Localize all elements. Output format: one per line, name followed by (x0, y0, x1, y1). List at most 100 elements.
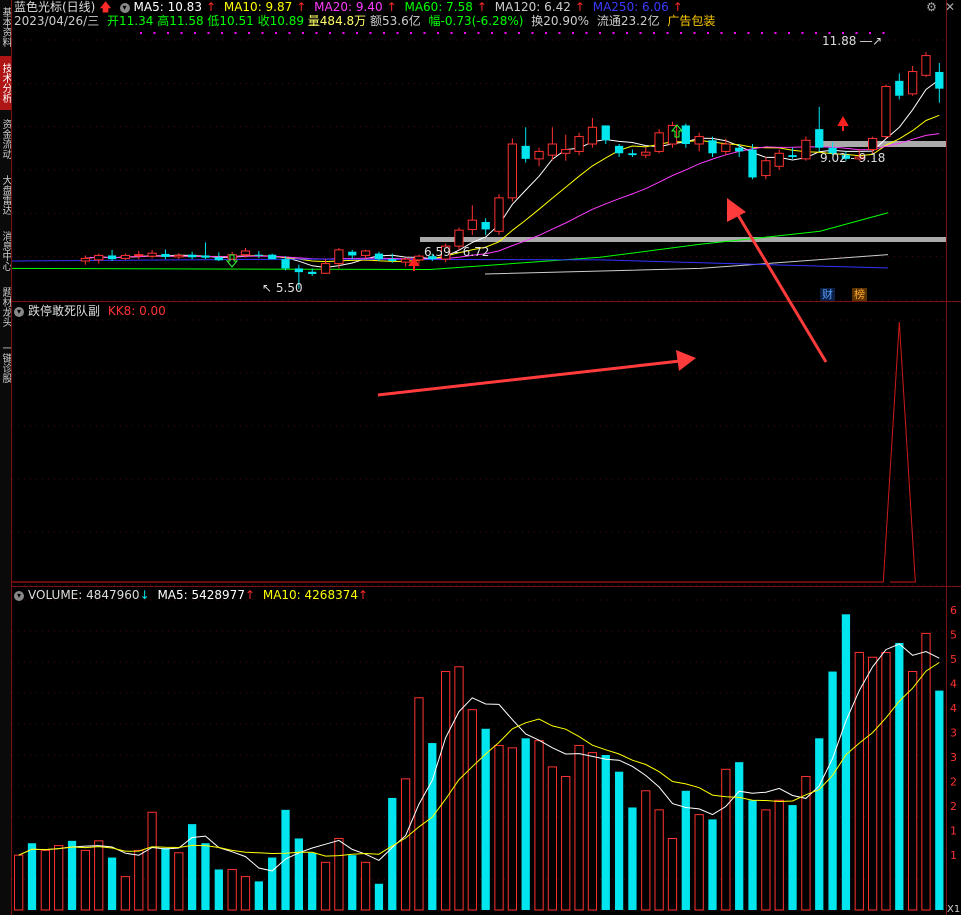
indicator-header: ▾ 跌停敢死队副 KK8: 0.00 (14, 304, 170, 318)
volume-bar (654, 809, 664, 911)
top-dot (383, 32, 385, 34)
volume-bar (547, 766, 558, 911)
top-dot (221, 32, 223, 34)
volume-bar (80, 849, 91, 911)
open-label: 开11.34 (107, 14, 154, 28)
top-dot (518, 32, 520, 34)
volume-bar (587, 752, 598, 911)
volume-menu-icon[interactable]: ▾ (14, 590, 24, 601)
indicator-name[interactable]: 跌停敢死队副 (28, 304, 100, 318)
volume-bar (601, 755, 610, 910)
volume-bar (881, 651, 891, 911)
volume-bar (107, 857, 117, 910)
top-dot (342, 32, 345, 34)
annotation-arrow (377, 359, 681, 397)
top-dot (774, 32, 777, 34)
candle-body (921, 55, 931, 76)
top-dot (423, 32, 426, 34)
volume-bar (774, 799, 784, 911)
volume-bar (240, 876, 251, 911)
volume-bar (360, 861, 371, 911)
volume-bar (374, 883, 384, 910)
top-dot (140, 32, 142, 34)
candle-body (308, 271, 317, 274)
volume-bar (134, 849, 144, 911)
volume-bar (735, 762, 744, 910)
volume-axis-unit: X1 (947, 904, 960, 915)
quote-row: 2023/04/26/三 开11.34 高11.58 低10.51 收10.89… (14, 14, 719, 28)
volume-bar (320, 861, 331, 911)
volume-axis-label: 1 (950, 825, 957, 838)
ma120-label: MA120: 6.42 (494, 0, 571, 14)
volume-bar (294, 838, 304, 910)
close-icon[interactable]: ✕ (945, 0, 955, 14)
low-mark-label: ↖ 5.50 (262, 281, 303, 295)
top-dot (410, 32, 412, 34)
volume-ma10-label: MA10: 4268374 (262, 588, 358, 602)
settings-circle-icon[interactable]: ▾ (119, 2, 130, 13)
top-dot (261, 32, 264, 34)
low-label: 低10.51 (207, 14, 254, 28)
ma10-label: MA10: 9.87 (223, 0, 293, 14)
candle-body (120, 254, 131, 259)
ma20-label: MA20: 9.40 (314, 0, 383, 14)
sector-label[interactable]: 广告包装 (667, 14, 715, 28)
candle-body (254, 254, 263, 256)
candle-body (935, 71, 944, 89)
kk8-line (12, 321, 916, 583)
amount-label: 额53.6亿 (369, 14, 421, 28)
volume-bar (174, 852, 184, 911)
top-dot (315, 32, 318, 34)
volume-bar (521, 738, 530, 910)
top-dot (761, 32, 763, 34)
candle-body (187, 254, 197, 258)
candle-body (801, 139, 811, 160)
top-dot (248, 32, 250, 34)
volume-ma10-line (18, 662, 940, 857)
settings-gear-icon[interactable]: ⚙ (926, 0, 937, 14)
candle-body (908, 71, 918, 95)
volume-bar (14, 854, 24, 911)
annotation-arrowhead (727, 198, 746, 222)
top-dot (612, 32, 615, 34)
top-dot (437, 32, 439, 34)
top-dot (599, 32, 601, 34)
top-dot (626, 32, 628, 34)
candle-body (147, 252, 157, 257)
candle-body (494, 197, 504, 232)
top-dot (720, 32, 723, 34)
volume-bar (641, 790, 651, 911)
volume-bar (467, 709, 477, 911)
volume-bar (815, 738, 824, 910)
candle-body (547, 143, 558, 156)
volume-bar (54, 845, 64, 911)
volume-axis-label: 3 (950, 727, 957, 740)
volume-bar (481, 728, 490, 910)
kline-chart[interactable]: 6 5 5 4 4 3 3 2 2 1 1 X1 (0, 0, 961, 915)
candle-body (774, 152, 784, 167)
volume-bar (388, 797, 397, 910)
top-dot (680, 32, 682, 34)
candle-body (587, 126, 598, 145)
volume-quote-label: 量484.8万 (307, 14, 367, 28)
top-dot (815, 32, 817, 34)
indicator-menu-icon[interactable]: ▾ (14, 306, 24, 317)
volume-bar (935, 690, 944, 910)
top-dot (801, 32, 804, 34)
volume-bar (281, 809, 290, 910)
volume-header: ▾ VOLUME: 4847960↓ MA5: 5428977↑ MA10: 42… (14, 588, 372, 602)
top-dot (477, 32, 480, 34)
ranking-badge[interactable]: 榜 (852, 288, 867, 301)
buy-arrow-icon (837, 115, 849, 131)
candle-body (721, 143, 731, 152)
top-dot (450, 32, 453, 34)
candle-body (240, 250, 251, 256)
finance-badge[interactable]: 财 (820, 288, 835, 301)
volume-bar (27, 843, 37, 910)
volume-bar (428, 743, 437, 910)
top-dot (329, 32, 331, 34)
candle-body (521, 145, 530, 159)
top-dot (707, 32, 709, 34)
range-upper-label: 9.02 - 9.18 (820, 151, 886, 165)
candle-body (815, 129, 824, 148)
